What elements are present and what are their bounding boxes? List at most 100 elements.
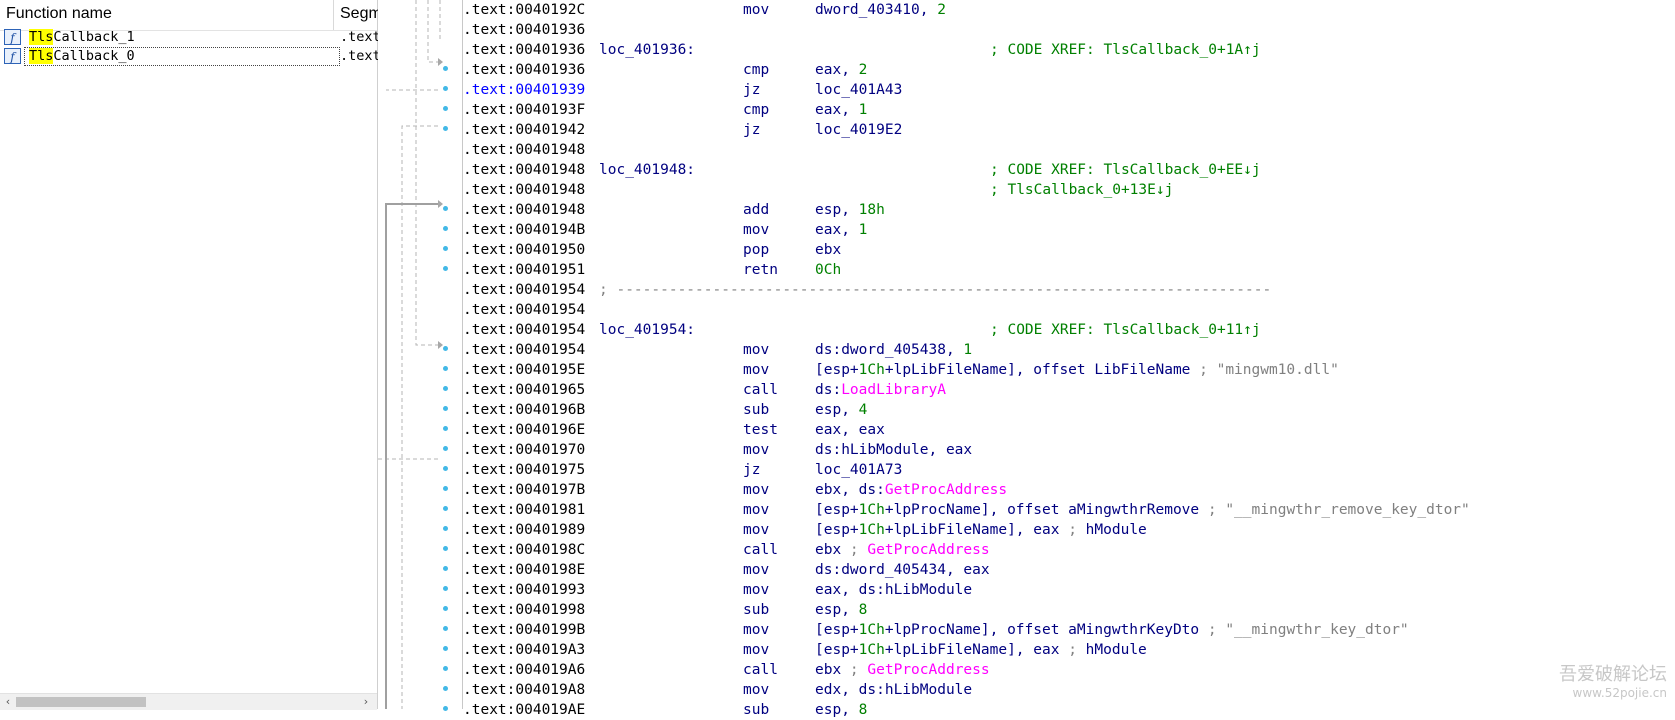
instruction-operands[interactable]: eax, 1 xyxy=(815,100,867,120)
line-address[interactable]: .text:00401954 xyxy=(463,320,585,340)
instruction-operands[interactable]: ebx ; GetProcAddress xyxy=(815,540,990,560)
instruction-operands[interactable]: ebx, ds:GetProcAddress xyxy=(815,480,1007,500)
line-address[interactable]: .text:0040193F xyxy=(463,100,585,120)
functions-window: Function name Segm f TlsCallback_1 .text… xyxy=(0,0,382,710)
line-address[interactable]: .text:00401950 xyxy=(463,240,585,260)
line-address[interactable]: .text:004019AE xyxy=(463,700,585,720)
instruction-operands[interactable]: esp, 4 xyxy=(815,400,867,420)
line-address[interactable]: .text:00401948 xyxy=(463,140,585,160)
code-xref-comment[interactable]: ; CODE XREF: TlsCallback_0+EE↓j xyxy=(990,160,1261,180)
instruction-operands[interactable]: loc_4019E2 xyxy=(815,120,902,140)
line-address[interactable]: .text:00401981 xyxy=(463,500,585,520)
code-label[interactable]: loc_401936: xyxy=(599,40,695,60)
line-address[interactable]: .text:00401948 xyxy=(463,200,585,220)
instruction-operands[interactable]: ds:dword_405438, 1 xyxy=(815,340,972,360)
line-address[interactable]: .text:0040197B xyxy=(463,480,585,500)
horizontal-scrollbar[interactable]: ‹ › xyxy=(0,693,377,710)
function-icon: f xyxy=(4,48,21,64)
instruction-operands[interactable]: eax, eax xyxy=(815,420,885,440)
numeric-operand: 8 xyxy=(858,602,868,618)
code-xref-comment[interactable]: ; CODE XREF: TlsCallback_0+11↑j xyxy=(990,320,1261,340)
column-divider[interactable] xyxy=(333,0,334,30)
line-address[interactable]: .text:00401942 xyxy=(463,120,585,140)
api-name[interactable]: LoadLibraryA xyxy=(841,382,946,398)
instruction-operands[interactable]: dword_403410, 2 xyxy=(815,0,946,20)
code-xref-comment[interactable]: ; TlsCallback_0+13E↓j xyxy=(990,180,1173,200)
disassembly-view[interactable]: .text:0040192C mov dword_403410, 2 .text:00… xyxy=(378,0,1675,718)
address-value: 00401948 xyxy=(515,142,586,158)
function-row-tlscallback-0[interactable]: f TlsCallback_0 .text xyxy=(4,47,381,66)
scroll-left-arrow-icon[interactable]: ‹ xyxy=(2,694,14,710)
instruction-operands[interactable]: esp, 18h xyxy=(815,200,885,220)
address-value: 00401965 xyxy=(515,382,586,398)
line-address[interactable]: .text:0040198E xyxy=(463,560,585,580)
instruction-operands[interactable]: loc_401A73 xyxy=(815,460,902,480)
instruction-operands[interactable]: [esp+1Ch+lpLibFileName], offset LibFileN… xyxy=(815,360,1339,380)
instruction-dot-icon xyxy=(443,646,448,651)
instruction-operands[interactable]: eax, 1 xyxy=(815,220,867,240)
site-watermark: 吾爱破解论坛 www.52pojie.cn xyxy=(1559,660,1667,700)
instruction-operands[interactable]: [esp+1Ch+lpProcName], offset aMingwthrKe… xyxy=(815,620,1409,640)
line-address[interactable]: .text:0040194B xyxy=(463,220,585,240)
line-address[interactable]: .text:0040196B xyxy=(463,400,585,420)
line-address[interactable]: .text:00401954 xyxy=(463,280,585,300)
instruction-operands[interactable]: eax, ds:hLibModule xyxy=(815,580,972,600)
instruction-operands[interactable]: [esp+1Ch+lpProcName], offset aMingwthrRe… xyxy=(815,500,1470,520)
line-address[interactable]: .text:004019A6 xyxy=(463,660,585,680)
instruction-operands[interactable]: [esp+1Ch+lpLibFileName], eax ; hModule xyxy=(815,640,1147,660)
instruction-operands[interactable]: ds:hLibModule, eax xyxy=(815,440,972,460)
instruction-dot-icon xyxy=(443,606,448,611)
api-name[interactable]: GetProcAddress xyxy=(885,482,1007,498)
line-address[interactable]: .text:00401954 xyxy=(463,300,585,320)
line-address[interactable]: .text:00401939 xyxy=(463,80,585,100)
line-address[interactable]: .text:00401951 xyxy=(463,260,585,280)
instruction-operands[interactable]: ds:LoadLibraryA xyxy=(815,380,946,400)
scrollbar-thumb[interactable] xyxy=(16,697,146,707)
code-xref-comment[interactable]: ; CODE XREF: TlsCallback_0+1A↑j xyxy=(990,40,1261,60)
line-address[interactable]: .text:00401998 xyxy=(463,600,585,620)
instruction-mnemonic: mov xyxy=(743,622,770,638)
instruction-operands[interactable]: ebx ; GetProcAddress xyxy=(815,660,990,680)
address-value: 00401948 xyxy=(515,182,586,198)
segment-prefix: .text: xyxy=(463,642,516,658)
code-label[interactable]: loc_401948: xyxy=(599,160,695,180)
function-segment: .text xyxy=(340,48,381,64)
line-address[interactable]: .text:0040195E xyxy=(463,360,585,380)
line-address[interactable]: .text:0040192C xyxy=(463,0,585,20)
instruction-operands[interactable]: esp, 8 xyxy=(815,700,867,720)
line-address[interactable]: .text:00401970 xyxy=(463,440,585,460)
instruction-mnemonic: retn xyxy=(743,262,778,278)
instruction-operands[interactable]: 0Ch xyxy=(815,260,841,280)
segment-prefix: .text: xyxy=(463,662,516,678)
line-address[interactable]: .text:004019A3 xyxy=(463,640,585,660)
instruction-operands[interactable]: loc_401A43 xyxy=(815,80,902,100)
instruction-operands[interactable]: ebx xyxy=(815,240,841,260)
line-address[interactable]: .text:00401936 xyxy=(463,60,585,80)
column-header-segment[interactable]: Segm xyxy=(340,5,382,23)
line-address[interactable]: .text:00401965 xyxy=(463,380,585,400)
line-address[interactable]: .text:00401989 xyxy=(463,520,585,540)
function-row-tlscallback-1[interactable]: f TlsCallback_1 .text xyxy=(4,28,381,47)
segment-prefix: .text: xyxy=(463,542,516,558)
line-address[interactable]: .text:00401954 xyxy=(463,340,585,360)
line-address[interactable]: .text:00401993 xyxy=(463,580,585,600)
instruction-operands[interactable]: eax, 2 xyxy=(815,60,867,80)
line-address[interactable]: .text:0040196E xyxy=(463,420,585,440)
instruction-operands[interactable]: ds:dword_405434, eax xyxy=(815,560,990,580)
line-address[interactable]: .text:00401948 xyxy=(463,160,585,180)
line-address[interactable]: .text:0040198C xyxy=(463,540,585,560)
scroll-right-arrow-icon[interactable]: › xyxy=(360,694,372,710)
line-address[interactable]: .text:004019A8 xyxy=(463,680,585,700)
line-address[interactable]: .text:00401936 xyxy=(463,20,585,40)
line-address[interactable]: .text:00401975 xyxy=(463,460,585,480)
segment-prefix: .text: xyxy=(463,342,516,358)
instruction-operands[interactable]: edx, ds:hLibModule xyxy=(815,680,972,700)
column-header-function-name[interactable]: Function name xyxy=(6,5,112,23)
instruction-operands[interactable]: esp, 8 xyxy=(815,600,867,620)
line-address[interactable]: .text:00401948 xyxy=(463,180,585,200)
segment-prefix: .text: xyxy=(463,582,516,598)
line-address[interactable]: .text:0040199B xyxy=(463,620,585,640)
instruction-operands[interactable]: [esp+1Ch+lpLibFileName], eax ; hModule xyxy=(815,520,1147,540)
code-label[interactable]: loc_401954: xyxy=(599,320,695,340)
line-address[interactable]: .text:00401936 xyxy=(463,40,585,60)
